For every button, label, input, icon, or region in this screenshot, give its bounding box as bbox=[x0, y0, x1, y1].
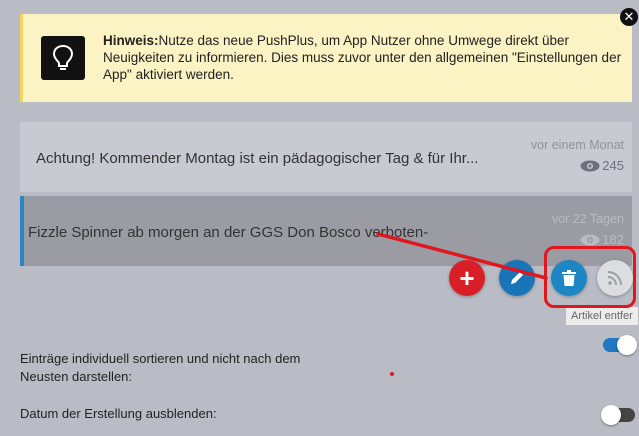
toggle-knob bbox=[601, 405, 621, 425]
eye-icon bbox=[580, 234, 600, 245]
news-meta: vor 22 Tagen 182 bbox=[552, 212, 624, 247]
news-meta: vor einem Monat 245 bbox=[531, 138, 624, 173]
view-count: 182 bbox=[552, 232, 624, 247]
hide-date-toggle[interactable] bbox=[601, 405, 635, 425]
toggle-knob bbox=[617, 335, 637, 355]
hide-date-setting-label: Datum der Erstellung ausblenden: bbox=[20, 406, 217, 421]
view-count-value: 245 bbox=[602, 158, 624, 173]
hint-banner: Hinweis:Nutze das neue PushPlus, um App … bbox=[20, 8, 638, 102]
delete-tooltip: Artikel entfer bbox=[565, 306, 639, 326]
news-time: vor einem Monat bbox=[530, 138, 624, 152]
hint-body: Nutze das neue PushPlus, um App Nutzer o… bbox=[103, 33, 622, 82]
news-title: Fizzle Spinner ab morgen an der GGS Don … bbox=[28, 224, 429, 241]
view-count-value: 182 bbox=[602, 232, 624, 247]
eye-icon bbox=[580, 160, 600, 171]
news-time: vor 22 Tagen bbox=[551, 212, 624, 226]
sort-setting-label: Einträge individuell sortieren und nicht… bbox=[20, 351, 301, 384]
news-item-selected[interactable]: Fizzle Spinner ab morgen an der GGS Don … bbox=[20, 196, 632, 266]
annotation-dot bbox=[390, 372, 394, 376]
lightbulb-icon bbox=[41, 36, 85, 80]
annotation-highlight-box bbox=[544, 246, 636, 308]
hint-label: Hinweis: bbox=[103, 33, 159, 48]
news-item[interactable]: Achtung! Kommender Montag ist ein pädago… bbox=[20, 122, 632, 192]
pencil-icon bbox=[511, 272, 523, 284]
edit-article-button[interactable] bbox=[499, 260, 535, 296]
sort-toggle[interactable] bbox=[603, 335, 637, 355]
add-article-button[interactable]: + bbox=[449, 260, 485, 296]
news-list: Achtung! Kommender Montag ist ein pädago… bbox=[20, 122, 632, 270]
view-count: 245 bbox=[531, 158, 624, 173]
hint-text: Hinweis:Nutze das neue PushPlus, um App … bbox=[103, 32, 628, 83]
close-icon[interactable]: ✕ bbox=[620, 8, 638, 26]
news-title: Achtung! Kommender Montag ist ein pädago… bbox=[36, 150, 479, 167]
